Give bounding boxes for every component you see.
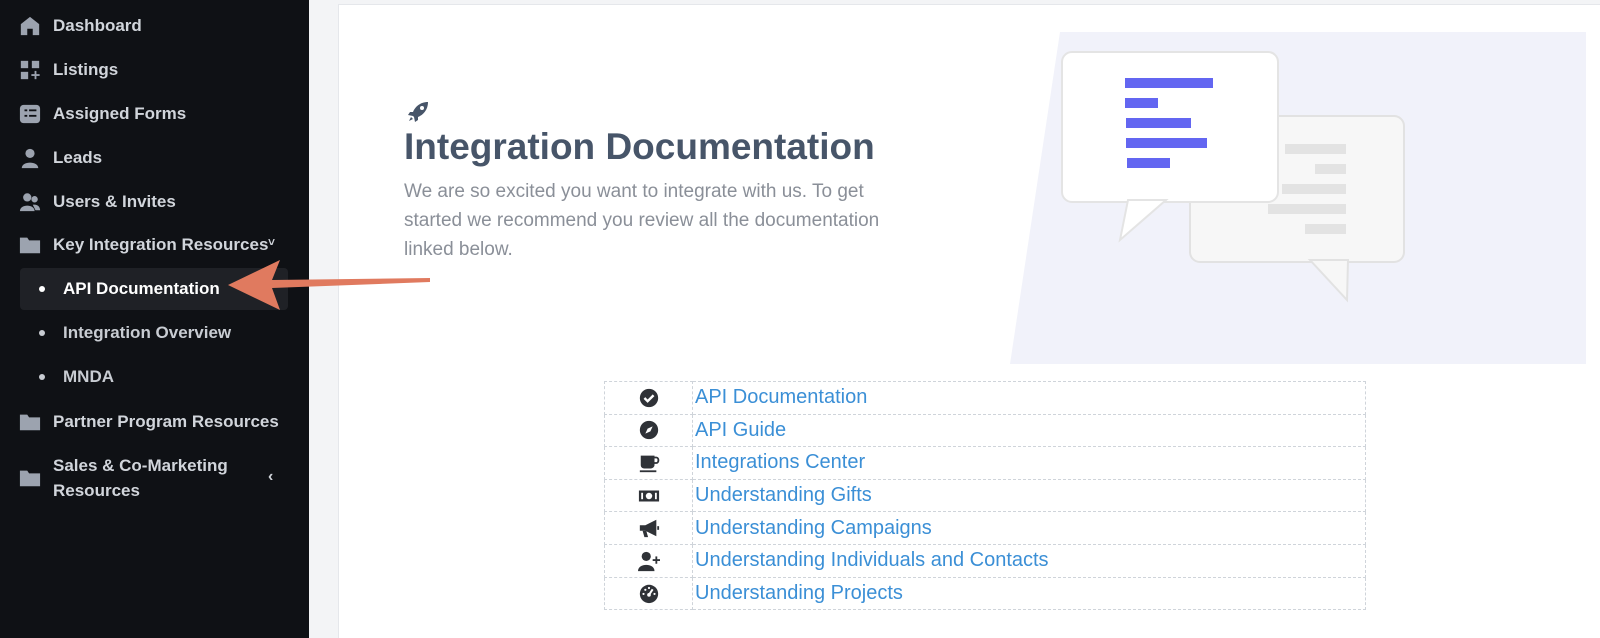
table-row: Understanding Projects — [604, 576, 1366, 611]
chevron-down-icon[interactable]: ˅ — [268, 235, 275, 249]
documentation-links-table: API Documentation API Guide Integrations… — [604, 381, 1366, 611]
table-row: Understanding Campaigns — [604, 511, 1366, 545]
table-row: API Guide — [604, 413, 1366, 448]
sidebar-item-label: Assigned Forms — [53, 104, 187, 123]
sidebar-item-label: Listings — [53, 60, 119, 79]
users-icon — [18, 190, 42, 214]
link-api-guide[interactable]: API Guide — [695, 419, 786, 441]
page-title: Integration Documentation — [404, 126, 875, 167]
sidebar-item-key-integration-resources[interactable]: Key Integration Resources — [18, 232, 268, 258]
grid-plus-icon — [18, 58, 42, 82]
link-understanding-projects[interactable]: Understanding Projects — [695, 582, 903, 604]
sidebar-subitem-integration-overview[interactable]: Integration Overview — [20, 312, 288, 354]
money-bill-icon — [638, 490, 659, 502]
table-row: Understanding Gifts — [604, 478, 1366, 513]
sidebar-subitem-mnda[interactable]: MNDA — [20, 356, 288, 398]
sidebar-item-listings[interactable]: Listings — [18, 57, 118, 83]
sidebar-item-label: Sales & Co-Marketing Resources — [53, 456, 228, 500]
link-understanding-individuals-contacts[interactable]: Understanding Individuals and Contacts — [695, 549, 1049, 571]
folder-icon — [18, 233, 42, 257]
link-understanding-gifts[interactable]: Understanding Gifts — [695, 484, 872, 506]
sidebar-item-label: Leads — [53, 148, 103, 167]
user-plus-icon — [637, 551, 660, 571]
coffee-icon — [639, 455, 659, 473]
sidebar-subitem-label: Integration Overview — [63, 323, 232, 342]
sidebar: Dashboard Listings Assigned Forms Leads … — [0, 0, 309, 638]
sidebar-item-assigned-forms[interactable]: Assigned Forms — [18, 101, 186, 127]
bullet-icon — [39, 330, 45, 336]
folder-icon — [18, 410, 42, 434]
sidebar-subitem-label: API Documentation — [63, 279, 220, 298]
table-row: Understanding Individuals and Contacts — [604, 543, 1366, 578]
table-row: API Documentation — [604, 381, 1366, 415]
bullet-icon — [39, 374, 45, 380]
sidebar-item-label: Users & Invites — [53, 192, 176, 211]
link-integrations-center[interactable]: Integrations Center — [695, 451, 865, 473]
sidebar-item-dashboard[interactable]: Dashboard — [18, 13, 142, 39]
sidebar-item-partner-program-resources[interactable]: Partner Program Resources — [18, 409, 279, 435]
home-icon — [18, 14, 42, 38]
sidebar-item-sales-co-marketing-resources[interactable]: Sales & Co-Marketing Resources — [18, 452, 233, 504]
folder-icon — [18, 466, 42, 490]
sidebar-item-users-invites[interactable]: Users & Invites — [18, 189, 176, 215]
page-subtitle: We are so excited you want to integrate … — [404, 181, 880, 260]
annotation-arrow-icon — [228, 260, 430, 310]
sidebar-item-label: Partner Program Resources — [53, 412, 279, 431]
bullhorn-icon — [639, 519, 659, 538]
rocket-icon — [408, 102, 428, 122]
checklist-icon — [18, 102, 42, 126]
sidebar-subitem-label: MNDA — [63, 367, 114, 386]
table-row: Integrations Center — [604, 446, 1366, 480]
compass-icon — [639, 421, 658, 440]
bullet-icon — [39, 286, 45, 292]
check-circle-icon — [639, 388, 658, 407]
gauge-icon — [639, 585, 658, 604]
sidebar-item-label: Key Integration Resources — [53, 235, 269, 254]
sidebar-item-leads[interactable]: Leads — [18, 145, 102, 171]
user-icon — [18, 146, 42, 170]
sidebar-item-label: Dashboard — [53, 16, 142, 35]
link-api-documentation[interactable]: API Documentation — [695, 386, 867, 408]
link-understanding-campaigns[interactable]: Understanding Campaigns — [695, 517, 932, 539]
chevron-left-icon[interactable]: ‹ — [268, 468, 273, 486]
chat-illustration — [1010, 32, 1586, 364]
